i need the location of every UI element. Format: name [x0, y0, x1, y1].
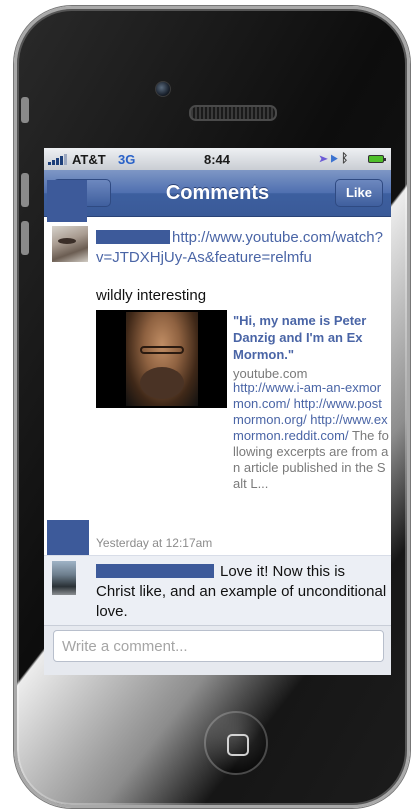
video-thumbnail[interactable]	[96, 310, 227, 408]
location-arrow-icon: ➤	[320, 151, 328, 165]
author-name-redacted[interactable]	[96, 230, 170, 244]
redaction-block	[47, 520, 89, 558]
front-camera-icon	[155, 81, 171, 97]
app-screen: AT&T 3G 8:44 ➤ ▶ ᛒ Comments Like http://…	[44, 148, 391, 675]
bluetooth-icon: ᛒ	[341, 151, 349, 165]
nav-bar: Comments Like	[44, 170, 391, 217]
volume-down-button[interactable]	[21, 221, 29, 255]
author-name-redacted[interactable]	[96, 564, 214, 578]
mute-switch[interactable]	[21, 97, 29, 123]
carrier-label: AT&T	[72, 152, 106, 167]
home-square-icon	[227, 734, 249, 756]
link-preview-domain: youtube.com	[233, 366, 308, 381]
play-icon: ▶	[330, 151, 338, 165]
status-icons: ➤ ▶ ᛒ	[320, 151, 348, 165]
avatar[interactable]	[52, 226, 88, 262]
avatar[interactable]	[52, 561, 76, 595]
like-button[interactable]: Like	[335, 179, 383, 207]
status-bar: AT&T 3G 8:44 ➤ ▶ ᛒ	[44, 148, 391, 170]
redaction-block	[47, 180, 87, 222]
network-type-label: 3G	[118, 152, 136, 167]
comment-text: wildly interesting	[96, 287, 207, 304]
battery-icon	[368, 155, 386, 163]
comment-timestamp: Yesterday at 12:17am	[96, 536, 213, 550]
link-preview-description: http://www.i-am-an-exmormon.com/ http://…	[233, 380, 389, 492]
clock: 8:44	[204, 152, 231, 167]
signal-strength-icon	[48, 154, 70, 165]
earpiece-speaker	[189, 105, 277, 121]
link-preview-title[interactable]: "Hi, my name is Peter Danzig and I'm an …	[233, 312, 389, 363]
home-button[interactable]	[204, 711, 268, 775]
thumbnail-image	[126, 312, 198, 406]
comment-input[interactable]	[53, 630, 384, 662]
volume-up-button[interactable]	[21, 173, 29, 207]
